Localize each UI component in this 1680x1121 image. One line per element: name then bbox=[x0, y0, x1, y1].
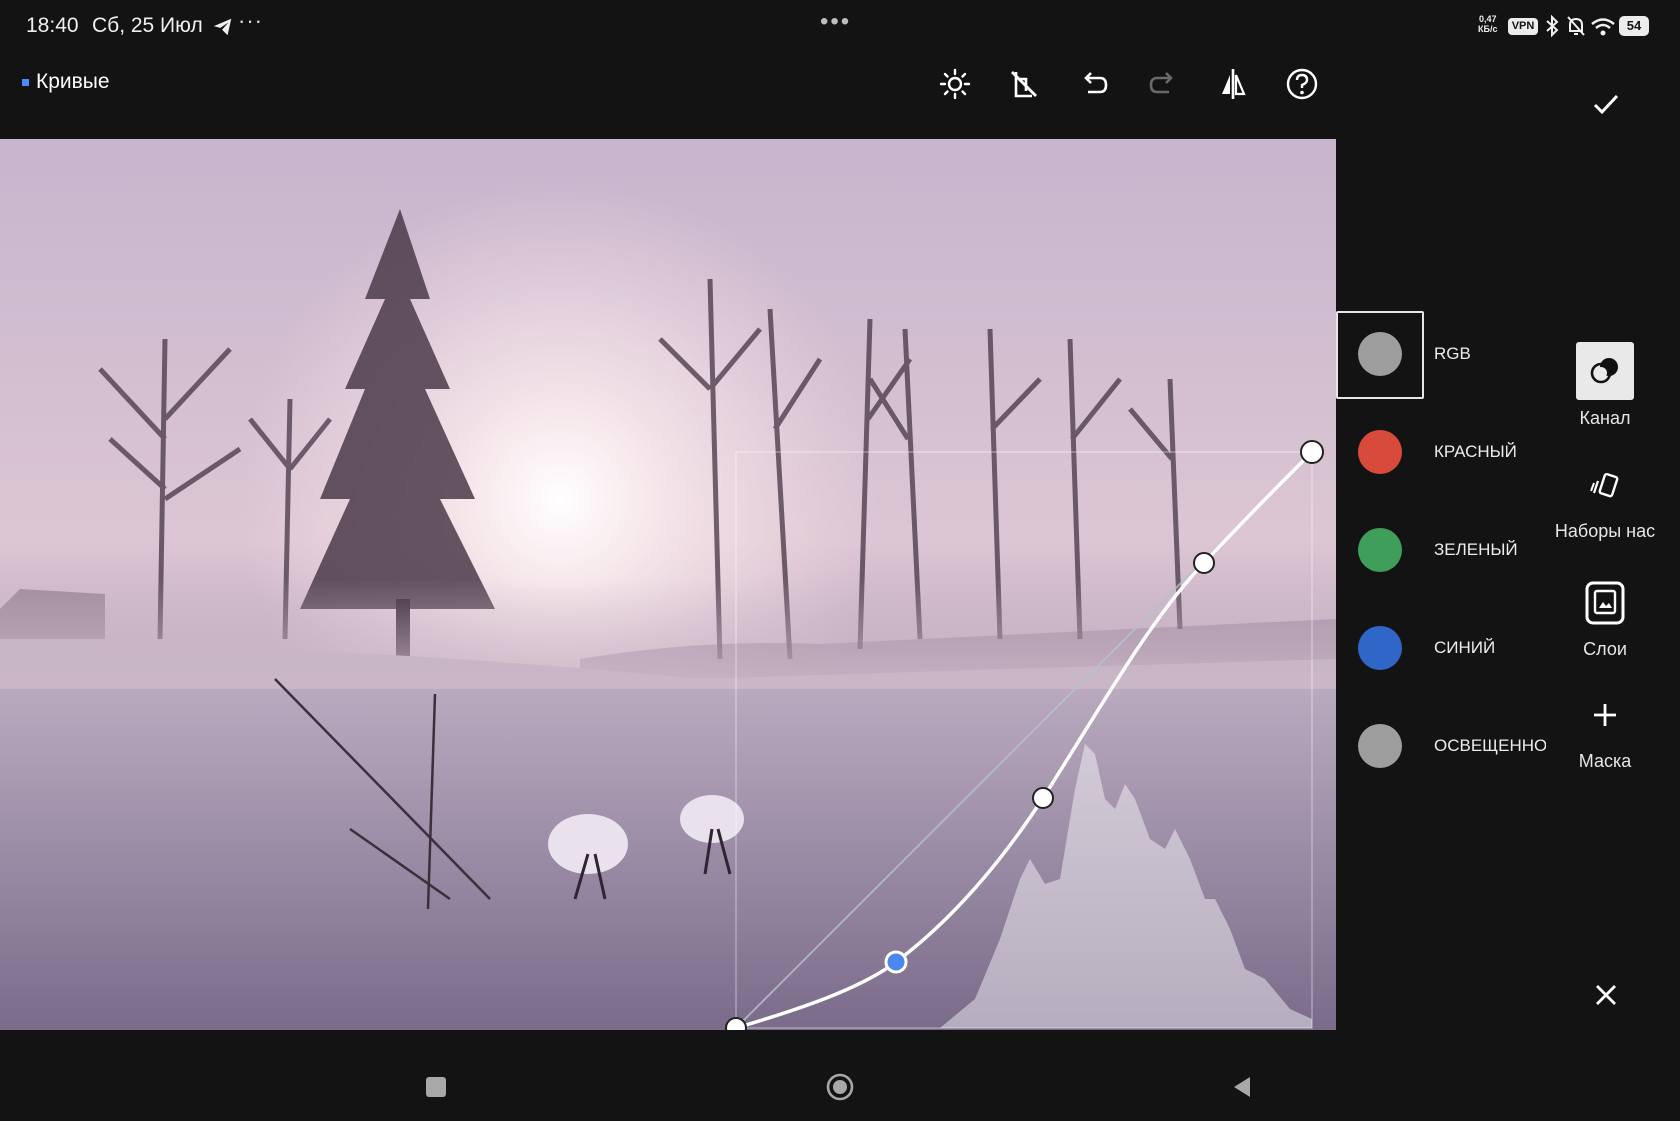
presets-tool-label: Наборы нас bbox=[1554, 521, 1656, 541]
page-title: Кривые bbox=[36, 70, 110, 93]
auto-off-icon bbox=[1011, 71, 1037, 98]
wifi-icon bbox=[1591, 18, 1615, 36]
redo-icon bbox=[1149, 72, 1173, 94]
home-button[interactable] bbox=[826, 1073, 854, 1101]
mask-tool[interactable]: Маска bbox=[1546, 700, 1664, 772]
channel-swatch-red bbox=[1358, 430, 1402, 474]
channel-label-rgb: RGB bbox=[1434, 344, 1471, 363]
curve-point-black[interactable] bbox=[725, 1017, 747, 1030]
channel-rgb[interactable]: RGB bbox=[1336, 311, 1546, 399]
channel-tool[interactable]: Канал bbox=[1546, 342, 1664, 429]
apply-button[interactable] bbox=[1584, 82, 1628, 126]
auto-off-button[interactable] bbox=[1002, 62, 1046, 106]
curve-point[interactable] bbox=[1193, 552, 1215, 574]
layers-icon bbox=[1585, 581, 1625, 625]
vpn-badge: VPN bbox=[1508, 18, 1538, 35]
channel-label-red: КРАСНЫЙ bbox=[1434, 442, 1517, 461]
redo-button[interactable] bbox=[1141, 62, 1185, 106]
presets-icon bbox=[1590, 472, 1619, 498]
curve-point-white[interactable] bbox=[1300, 440, 1324, 464]
channel-swatch-luminance bbox=[1358, 724, 1402, 768]
channel-green[interactable]: ЗЕЛЕНЫЙ bbox=[1336, 507, 1546, 593]
mask-tool-label: Маска bbox=[1578, 751, 1632, 771]
curve-point-active[interactable] bbox=[884, 950, 908, 974]
brightness-button[interactable] bbox=[933, 62, 977, 106]
channel-luminance[interactable]: ОСВЕЩЕННОСТЬ bbox=[1336, 703, 1546, 789]
presets-tool[interactable]: Наборы нас bbox=[1546, 470, 1664, 542]
network-speed-unit: КБ/с bbox=[1478, 24, 1498, 34]
channel-swatch-blue bbox=[1358, 626, 1402, 670]
multiwindow-dots[interactable]: ••• bbox=[820, 8, 851, 36]
close-icon bbox=[1596, 985, 1616, 1005]
battery-indicator: 54 bbox=[1619, 16, 1649, 36]
channel-swatch-green bbox=[1358, 528, 1402, 572]
compare-button[interactable] bbox=[1211, 62, 1255, 106]
status-more-icon: ··· bbox=[238, 8, 263, 33]
help-icon bbox=[1286, 68, 1318, 100]
recents-button[interactable] bbox=[426, 1077, 446, 1097]
histogram bbox=[940, 744, 1312, 1028]
close-button[interactable] bbox=[1584, 973, 1628, 1017]
channel-label-blue: СИНИЙ bbox=[1434, 638, 1496, 657]
telegram-icon bbox=[213, 18, 232, 36]
add-icon bbox=[1594, 704, 1616, 726]
accent-dot bbox=[22, 79, 29, 86]
check-icon bbox=[1593, 94, 1619, 115]
help-button[interactable] bbox=[1280, 62, 1324, 106]
channel-tool-label: Канал bbox=[1579, 408, 1631, 428]
channel-red[interactable]: КРАСНЫЙ bbox=[1336, 409, 1546, 495]
curves-overlay[interactable] bbox=[0, 139, 1336, 1030]
channel-icon bbox=[1590, 358, 1618, 384]
layers-tool[interactable]: Слои bbox=[1546, 578, 1664, 660]
channel-tool-box bbox=[1576, 342, 1634, 400]
network-speed: 0,47 КБ/с bbox=[1478, 14, 1497, 34]
notifications-off-icon bbox=[1567, 16, 1585, 36]
status-date: Сб, 25 Июл bbox=[92, 14, 203, 37]
brightness-icon bbox=[939, 68, 971, 100]
back-button[interactable] bbox=[1230, 1075, 1254, 1099]
status-time: 18:40 bbox=[26, 14, 79, 37]
curve-point[interactable] bbox=[1032, 787, 1054, 809]
compare-icon bbox=[1222, 69, 1246, 99]
undo-button[interactable] bbox=[1072, 62, 1116, 106]
network-speed-value: 0,47 bbox=[1478, 14, 1497, 24]
photo-canvas[interactable] bbox=[0, 139, 1336, 1030]
layers-tool-label: Слои bbox=[1583, 639, 1627, 659]
channel-label-luminance: ОСВЕЩЕННОСТЬ bbox=[1434, 736, 1546, 755]
undo-icon bbox=[1084, 72, 1108, 94]
channel-label-green: ЗЕЛЕНЫЙ bbox=[1434, 540, 1518, 559]
bluetooth-icon bbox=[1546, 14, 1559, 38]
status-bar: 18:40 Сб, 25 Июл ··· ••• 0,47 КБ/с VPN 5… bbox=[0, 0, 1680, 52]
channel-swatch-rgb bbox=[1358, 332, 1402, 376]
channel-blue[interactable]: СИНИЙ bbox=[1336, 605, 1546, 691]
